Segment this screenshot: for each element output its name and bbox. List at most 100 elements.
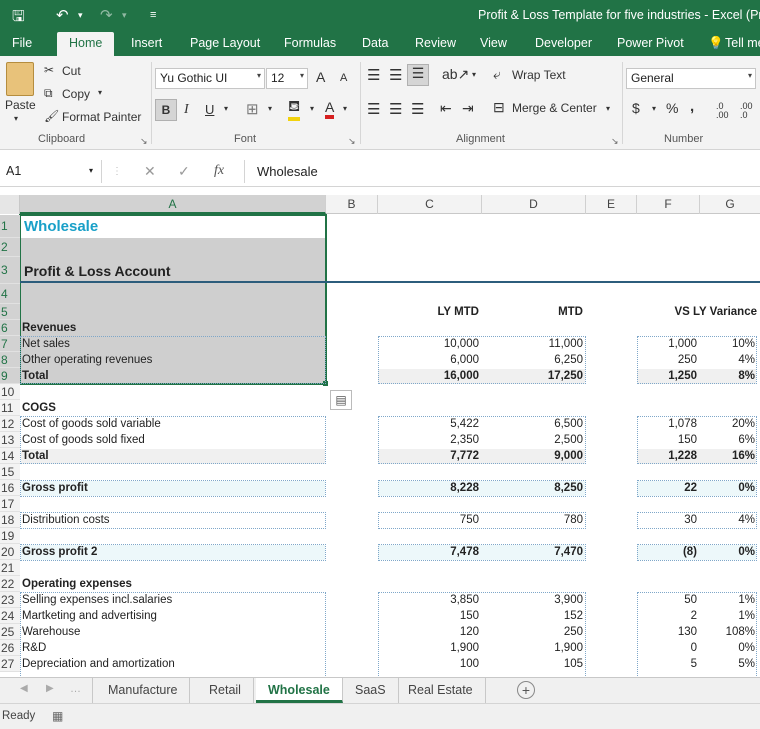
format-painter-button[interactable]: Format Painter: [62, 110, 141, 124]
cell-d23[interactable]: 3,900: [482, 592, 586, 608]
align-bottom-icon[interactable]: ☰: [407, 64, 429, 86]
cell-g9[interactable]: 8%: [700, 368, 758, 384]
sheet-tab-wholesale[interactable]: Wholesale: [256, 678, 343, 703]
tab-home[interactable]: Home: [57, 32, 115, 56]
align-center-icon[interactable]: ☰: [389, 100, 402, 118]
tab-insert[interactable]: Insert: [131, 36, 162, 50]
tab-tell-me[interactable]: Tell me: [725, 36, 760, 50]
font-color-dropdown-icon[interactable]: ▾: [343, 104, 347, 113]
cell-f13[interactable]: 150: [637, 432, 700, 448]
cell-d13[interactable]: 2,500: [482, 432, 586, 448]
label-selling-expenses[interactable]: Selling expenses incl.salaries: [22, 592, 172, 608]
row-header[interactable]: 13: [0, 432, 20, 448]
paste-button[interactable]: Paste: [5, 98, 36, 112]
cell-g7[interactable]: 10%: [700, 336, 758, 352]
align-middle-icon[interactable]: ☰: [389, 66, 402, 84]
cell-g26[interactable]: 0%: [700, 640, 758, 656]
row-header[interactable]: 1: [0, 215, 20, 238]
row-header[interactable]: 9: [0, 368, 20, 384]
tab-view[interactable]: View: [480, 36, 507, 50]
row-header[interactable]: 27: [0, 656, 20, 672]
col-header-e[interactable]: E: [586, 195, 637, 214]
clipboard-launcher-icon[interactable]: ↘: [140, 136, 148, 147]
row-header[interactable]: 2: [0, 238, 20, 257]
borders-dropdown-icon[interactable]: ▾: [268, 104, 272, 113]
tab-page-layout[interactable]: Page Layout: [190, 36, 260, 50]
font-color-button[interactable]: A: [325, 99, 335, 119]
row-header[interactable]: 14: [0, 448, 20, 464]
borders-icon[interactable]: ⊞: [246, 100, 259, 118]
cut-icon[interactable]: ✂: [44, 63, 54, 77]
sheet-tab-retail[interactable]: Retail: [197, 678, 254, 703]
row-header[interactable]: 12: [0, 416, 20, 432]
label-gross-profit[interactable]: Gross profit: [22, 480, 88, 496]
cell-d20[interactable]: 7,470: [482, 544, 586, 560]
cell-g25[interactable]: 108%: [700, 624, 758, 640]
save-icon[interactable]: 🖫: [12, 6, 25, 31]
cell-d16[interactable]: 8,250: [482, 480, 586, 496]
cell-c13[interactable]: 2,350: [378, 432, 482, 448]
cell-d25[interactable]: 250: [482, 624, 586, 640]
row-header[interactable]: 16: [0, 480, 20, 496]
cell-d7[interactable]: 11,000: [482, 336, 586, 352]
wrap-text-icon[interactable]: ⤶: [493, 66, 501, 83]
label-distribution-costs[interactable]: Distribution costs: [22, 512, 110, 528]
label-cogs-fixed[interactable]: Cost of goods sold fixed: [22, 432, 145, 448]
customize-toolbar-icon[interactable]: ≡: [150, 9, 156, 21]
font-launcher-icon[interactable]: ↘: [348, 136, 356, 147]
row-header[interactable]: 26: [0, 640, 20, 656]
cell-g12[interactable]: 20%: [700, 416, 758, 432]
section-cogs[interactable]: COGS: [22, 400, 56, 416]
cell-c7[interactable]: 10,000: [378, 336, 482, 352]
row-header[interactable]: 23: [0, 592, 20, 608]
cell-g20[interactable]: 0%: [700, 544, 758, 560]
cell-g27[interactable]: 5%: [700, 656, 758, 672]
cut-button[interactable]: Cut: [62, 64, 81, 78]
label-rnd[interactable]: R&D: [22, 640, 46, 656]
currency-dropdown-icon[interactable]: ▾: [652, 104, 656, 113]
macro-record-icon[interactable]: ▦: [52, 709, 63, 723]
undo-dropdown-icon[interactable]: ▾: [78, 10, 83, 21]
format-painter-icon[interactable]: 🖌: [44, 109, 59, 123]
copy-icon[interactable]: ⧉: [44, 86, 53, 101]
tab-developer[interactable]: Developer: [535, 36, 592, 50]
cell-f20[interactable]: (8): [637, 544, 700, 560]
cell-c20[interactable]: 7,478: [378, 544, 482, 560]
cell-f24[interactable]: 2: [637, 608, 700, 624]
cell-g18[interactable]: 4%: [700, 512, 758, 528]
scroll-right-icon[interactable]: ▶: [46, 683, 54, 694]
row-header[interactable]: 17: [0, 496, 20, 512]
tab-formulas[interactable]: Formulas: [284, 36, 336, 50]
label-marketing[interactable]: Martketing and advertising: [22, 608, 157, 624]
decrease-indent-icon[interactable]: ⇤: [440, 100, 452, 117]
currency-button[interactable]: $: [632, 100, 640, 116]
row-header[interactable]: 11: [0, 400, 20, 416]
report-title[interactable]: Profit & Loss Account: [24, 261, 171, 281]
select-all-corner[interactable]: [0, 195, 20, 214]
cell-d24[interactable]: 152: [482, 608, 586, 624]
copy-button[interactable]: Copy: [62, 87, 90, 101]
cell-c23[interactable]: 3,850: [378, 592, 482, 608]
cell-f18[interactable]: 30: [637, 512, 700, 528]
cell-c26[interactable]: 1,900: [378, 640, 482, 656]
cell-f14[interactable]: 1,228: [637, 448, 700, 464]
new-sheet-icon[interactable]: +: [517, 681, 535, 699]
tab-data[interactable]: Data: [362, 36, 388, 50]
percent-button[interactable]: %: [666, 100, 678, 116]
paste-dropdown-icon[interactable]: ▾: [14, 114, 18, 123]
section-revenues[interactable]: Revenues: [22, 320, 76, 336]
cell-f7[interactable]: 1,000: [637, 336, 700, 352]
row-header[interactable]: 19: [0, 528, 20, 544]
cell-g14[interactable]: 16%: [700, 448, 758, 464]
fill-dropdown-icon[interactable]: ▾: [310, 104, 314, 113]
underline-dropdown-icon[interactable]: ▾: [224, 104, 228, 113]
row-header[interactable]: 15: [0, 464, 20, 480]
section-operating-expenses[interactable]: Operating expenses: [22, 576, 132, 592]
alignment-launcher-icon[interactable]: ↘: [611, 136, 619, 147]
cell-d14[interactable]: 9,000: [482, 448, 586, 464]
redo-icon[interactable]: ↷: [100, 6, 113, 24]
cell-f16[interactable]: 22: [637, 480, 700, 496]
cell-f8[interactable]: 250: [637, 352, 700, 368]
cell-g23[interactable]: 1%: [700, 592, 758, 608]
enter-icon[interactable]: ✓: [178, 163, 190, 180]
